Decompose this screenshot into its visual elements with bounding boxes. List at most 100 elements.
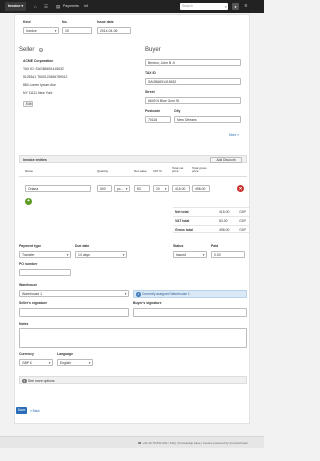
- currency-select[interactable]: GBP £: [19, 359, 53, 366]
- issue-date-input[interactable]: 2014-04-06: [97, 27, 131, 34]
- more-options-bar[interactable]: ▾ See more options: [19, 376, 247, 384]
- vat-total-value: 83.00: [219, 219, 228, 223]
- notes-label: Notes: [19, 322, 29, 326]
- buyer-more-link[interactable]: More »: [229, 133, 239, 137]
- buyer-street-input[interactable]: 6649 N Blue Gum St: [145, 97, 241, 104]
- home-icon[interactable]: ⌂: [34, 3, 37, 10]
- gross-total-value: 498.00: [219, 228, 230, 232]
- app-menu-button[interactable]: Invoice ▾: [5, 2, 27, 11]
- net-total-label: Net total: [175, 210, 189, 214]
- top-navbar: Invoice ▾ ⌂ ☰ ▤ Payments inf Search ⌕ ● …: [0, 0, 264, 13]
- gross-total-currency: GBP: [239, 228, 247, 232]
- entries-divider: [19, 176, 247, 177]
- status-select[interactable]: Issued: [173, 251, 207, 258]
- search-input[interactable]: Search ⌕: [180, 3, 228, 10]
- due-date-select[interactable]: 14 days: [75, 251, 127, 258]
- gross-total-row: Gross total 498.00 GBP: [173, 225, 249, 233]
- kind-select[interactable]: Invoice: [23, 27, 59, 34]
- entry-quantity-input[interactable]: 500: [97, 185, 112, 192]
- info-icon: i: [136, 292, 141, 297]
- due-date-label: Due date: [75, 244, 90, 248]
- buyer-postcode-input[interactable]: 70116: [145, 116, 171, 123]
- col-net-value: Net value: [134, 169, 147, 173]
- net-total-row: Net total 415.00 GBP: [173, 207, 249, 215]
- invoice-number-input[interactable]: 15: [62, 27, 92, 34]
- seller-heading: Seller: [19, 47, 35, 53]
- entries-header-bar: Invoice entries Add Discount: [19, 155, 247, 163]
- col-quantity: Quantity: [97, 169, 109, 173]
- warehouse-info-alert: i Currently assigned Warehouse 1: [133, 290, 247, 298]
- search-placeholder: Search: [182, 4, 193, 8]
- col-total-net: Total net price: [172, 166, 184, 174]
- payments-icon: ▤: [56, 4, 61, 9]
- vat-total-row: VAT total 83.00 GBP: [173, 216, 249, 224]
- buyer-heading: Buyer: [145, 47, 161, 53]
- nav-extra[interactable]: inf: [84, 3, 88, 10]
- col-total-gross: Total gross price: [192, 166, 207, 174]
- buyer-tax-id-input[interactable]: SAGB6691415632: [145, 78, 241, 85]
- seller-city: NY 11111 New York: [23, 91, 53, 95]
- seller-signature-label: Seller's signature: [19, 301, 48, 305]
- buyer-tax-id-label: TAX ID: [145, 71, 156, 75]
- user-icon[interactable]: ●: [232, 3, 239, 10]
- kind-label: Kind: [23, 20, 31, 24]
- paid-input[interactable]: 0.00: [211, 251, 245, 258]
- notes-textarea[interactable]: [19, 328, 247, 348]
- back-link[interactable]: « Back: [30, 409, 40, 413]
- language-select[interactable]: English: [57, 359, 93, 366]
- plus-icon[interactable]: +: [25, 198, 32, 205]
- buyer-name-input[interactable]: Benton, John B Jr: [145, 59, 241, 66]
- gross-total-label: Gross total: [175, 228, 193, 232]
- net-total-currency: GBP: [239, 210, 247, 214]
- buyer-city-input[interactable]: New Orleans: [174, 116, 241, 123]
- no-label: No.: [62, 20, 68, 24]
- menu-icon[interactable]: ☰: [44, 3, 48, 10]
- entry-total-gross-input[interactable]: 498.00: [192, 185, 210, 192]
- footer: ☎ +44 20 79 834 202 / FAQ | Knowledge ba…: [0, 436, 264, 448]
- buyer-signature-label: Buyer's signature: [133, 301, 162, 305]
- entries-title: Invoice entries: [23, 158, 47, 162]
- po-number-input[interactable]: [19, 269, 71, 276]
- entry-vat-select[interactable]: 20: [153, 185, 169, 192]
- language-label: Language: [57, 352, 74, 356]
- vat-total-currency: GBP: [239, 219, 247, 223]
- add-discount-button[interactable]: Add Discount: [210, 157, 242, 163]
- seller-street: 884 Lorem Ipsum Ave: [23, 83, 56, 87]
- warehouse-label: Warehouse: [19, 283, 38, 287]
- remove-icon[interactable]: ✕: [237, 185, 244, 192]
- chevron-down-icon: ▾: [22, 378, 27, 383]
- payment-type-select[interactable]: Transfer: [19, 251, 71, 258]
- warehouse-select[interactable]: Warehouse 1: [19, 290, 129, 297]
- payment-type-label: Payment type: [19, 244, 42, 248]
- app-title: Invoice: [8, 4, 21, 8]
- seller-name: ACME Corporation: [23, 59, 54, 63]
- col-vat: VAT %: [153, 169, 162, 173]
- seller-signature-input[interactable]: [19, 308, 129, 317]
- help-icon[interactable]: ?: [39, 48, 43, 53]
- entry-name-input[interactable]: Oriana: [25, 185, 91, 192]
- seller-tax-id: TAX ID: SAGB6691415632: [23, 67, 64, 71]
- more-options-label: See more options: [28, 379, 55, 383]
- vat-total-label: VAT total: [175, 219, 190, 223]
- save-button[interactable]: Save: [16, 407, 27, 414]
- seller-bank: 5125341 T600123456789012: [23, 75, 68, 79]
- currency-label: Currency: [19, 352, 34, 356]
- hamburger-icon[interactable]: ≡: [242, 3, 250, 10]
- col-name: Name: [25, 169, 34, 173]
- buyer-signature-input[interactable]: [133, 308, 247, 317]
- search-icon[interactable]: ⌕: [225, 3, 227, 10]
- issue-date-label: Issue date: [97, 20, 114, 24]
- footer-text: ☎ +44 20 79 834 202 / FAQ | Knowledge ba…: [137, 441, 248, 445]
- po-number-label: PO number: [19, 262, 38, 266]
- buyer-street-label: Street: [145, 90, 155, 94]
- status-label: Status: [173, 244, 184, 248]
- entry-unit-select[interactable]: pc...: [114, 185, 130, 192]
- nav-payments[interactable]: Payments: [63, 3, 79, 10]
- buyer-city-label: City: [174, 109, 181, 113]
- warehouse-info-text: Currently assigned Warehouse 1: [142, 292, 190, 296]
- entry-total-net-input[interactable]: 415.00: [172, 185, 190, 192]
- entry-net-value-input[interactable]: 83: [134, 185, 150, 192]
- net-total-value: 415.00: [219, 210, 230, 214]
- edit-seller-button[interactable]: Edit: [23, 101, 33, 107]
- invoice-form: Kind Invoice No. 15 Issue date 2014-04-0…: [14, 14, 250, 424]
